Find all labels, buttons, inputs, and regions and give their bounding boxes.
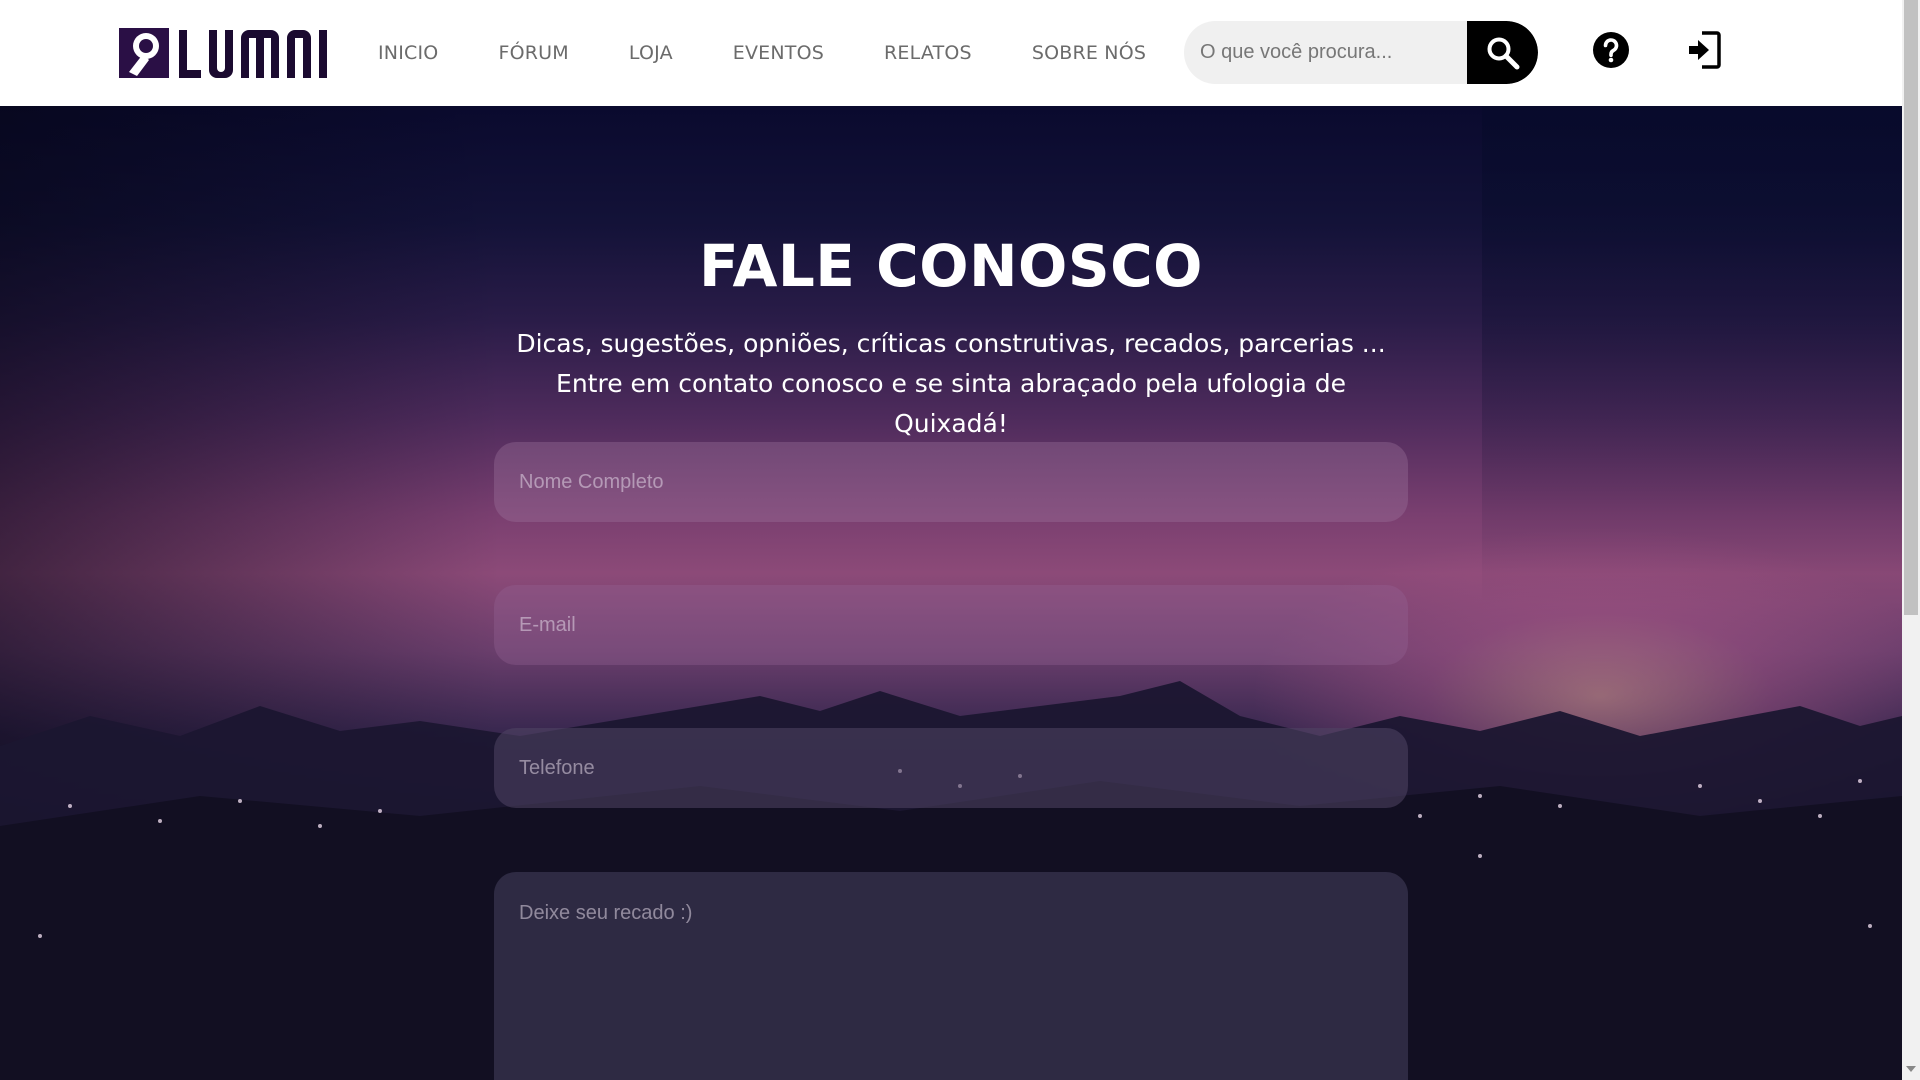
message-field[interactable] xyxy=(494,872,1408,1080)
lumni-logo[interactable] xyxy=(119,26,329,80)
nav-item-inicio[interactable]: INICIO xyxy=(378,42,438,64)
vignette-right xyxy=(1482,106,1902,606)
full-name-field[interactable] xyxy=(494,442,1408,522)
page-subtitle: Dicas, sugestões, opniões, críticas cons… xyxy=(516,329,1386,438)
contact-hero: FALE CONOSCO Dicas, sugestões, opniões, … xyxy=(0,106,1902,1080)
nav-item-sobre-nos[interactable]: SOBRE NÓS xyxy=(1032,42,1146,64)
search-bar xyxy=(1184,21,1538,84)
site-header: INICIO FÓRUM LOJA EVENTOS RELATOS SOBRE … xyxy=(0,0,1902,106)
scroll-down-arrow-icon[interactable] xyxy=(1906,1066,1916,1072)
help-icon[interactable] xyxy=(1592,31,1630,69)
search-icon xyxy=(1487,37,1519,69)
nav-item-loja[interactable]: LOJA xyxy=(629,42,673,64)
phone-field[interactable] xyxy=(494,728,1408,808)
nav-item-forum[interactable]: FÓRUM xyxy=(498,42,568,64)
scrollbar-thumb[interactable] xyxy=(1904,0,1918,615)
main-nav: INICIO FÓRUM LOJA EVENTOS RELATOS SOBRE … xyxy=(378,0,1146,106)
nav-item-eventos[interactable]: EVENTOS xyxy=(733,42,824,64)
search-button[interactable] xyxy=(1467,21,1538,84)
search-input[interactable] xyxy=(1184,21,1467,84)
login-icon[interactable] xyxy=(1686,30,1722,70)
page-title: FALE CONOSCO xyxy=(699,232,1203,300)
nav-item-relatos[interactable]: RELATOS xyxy=(884,42,972,64)
email-field[interactable] xyxy=(494,585,1408,665)
